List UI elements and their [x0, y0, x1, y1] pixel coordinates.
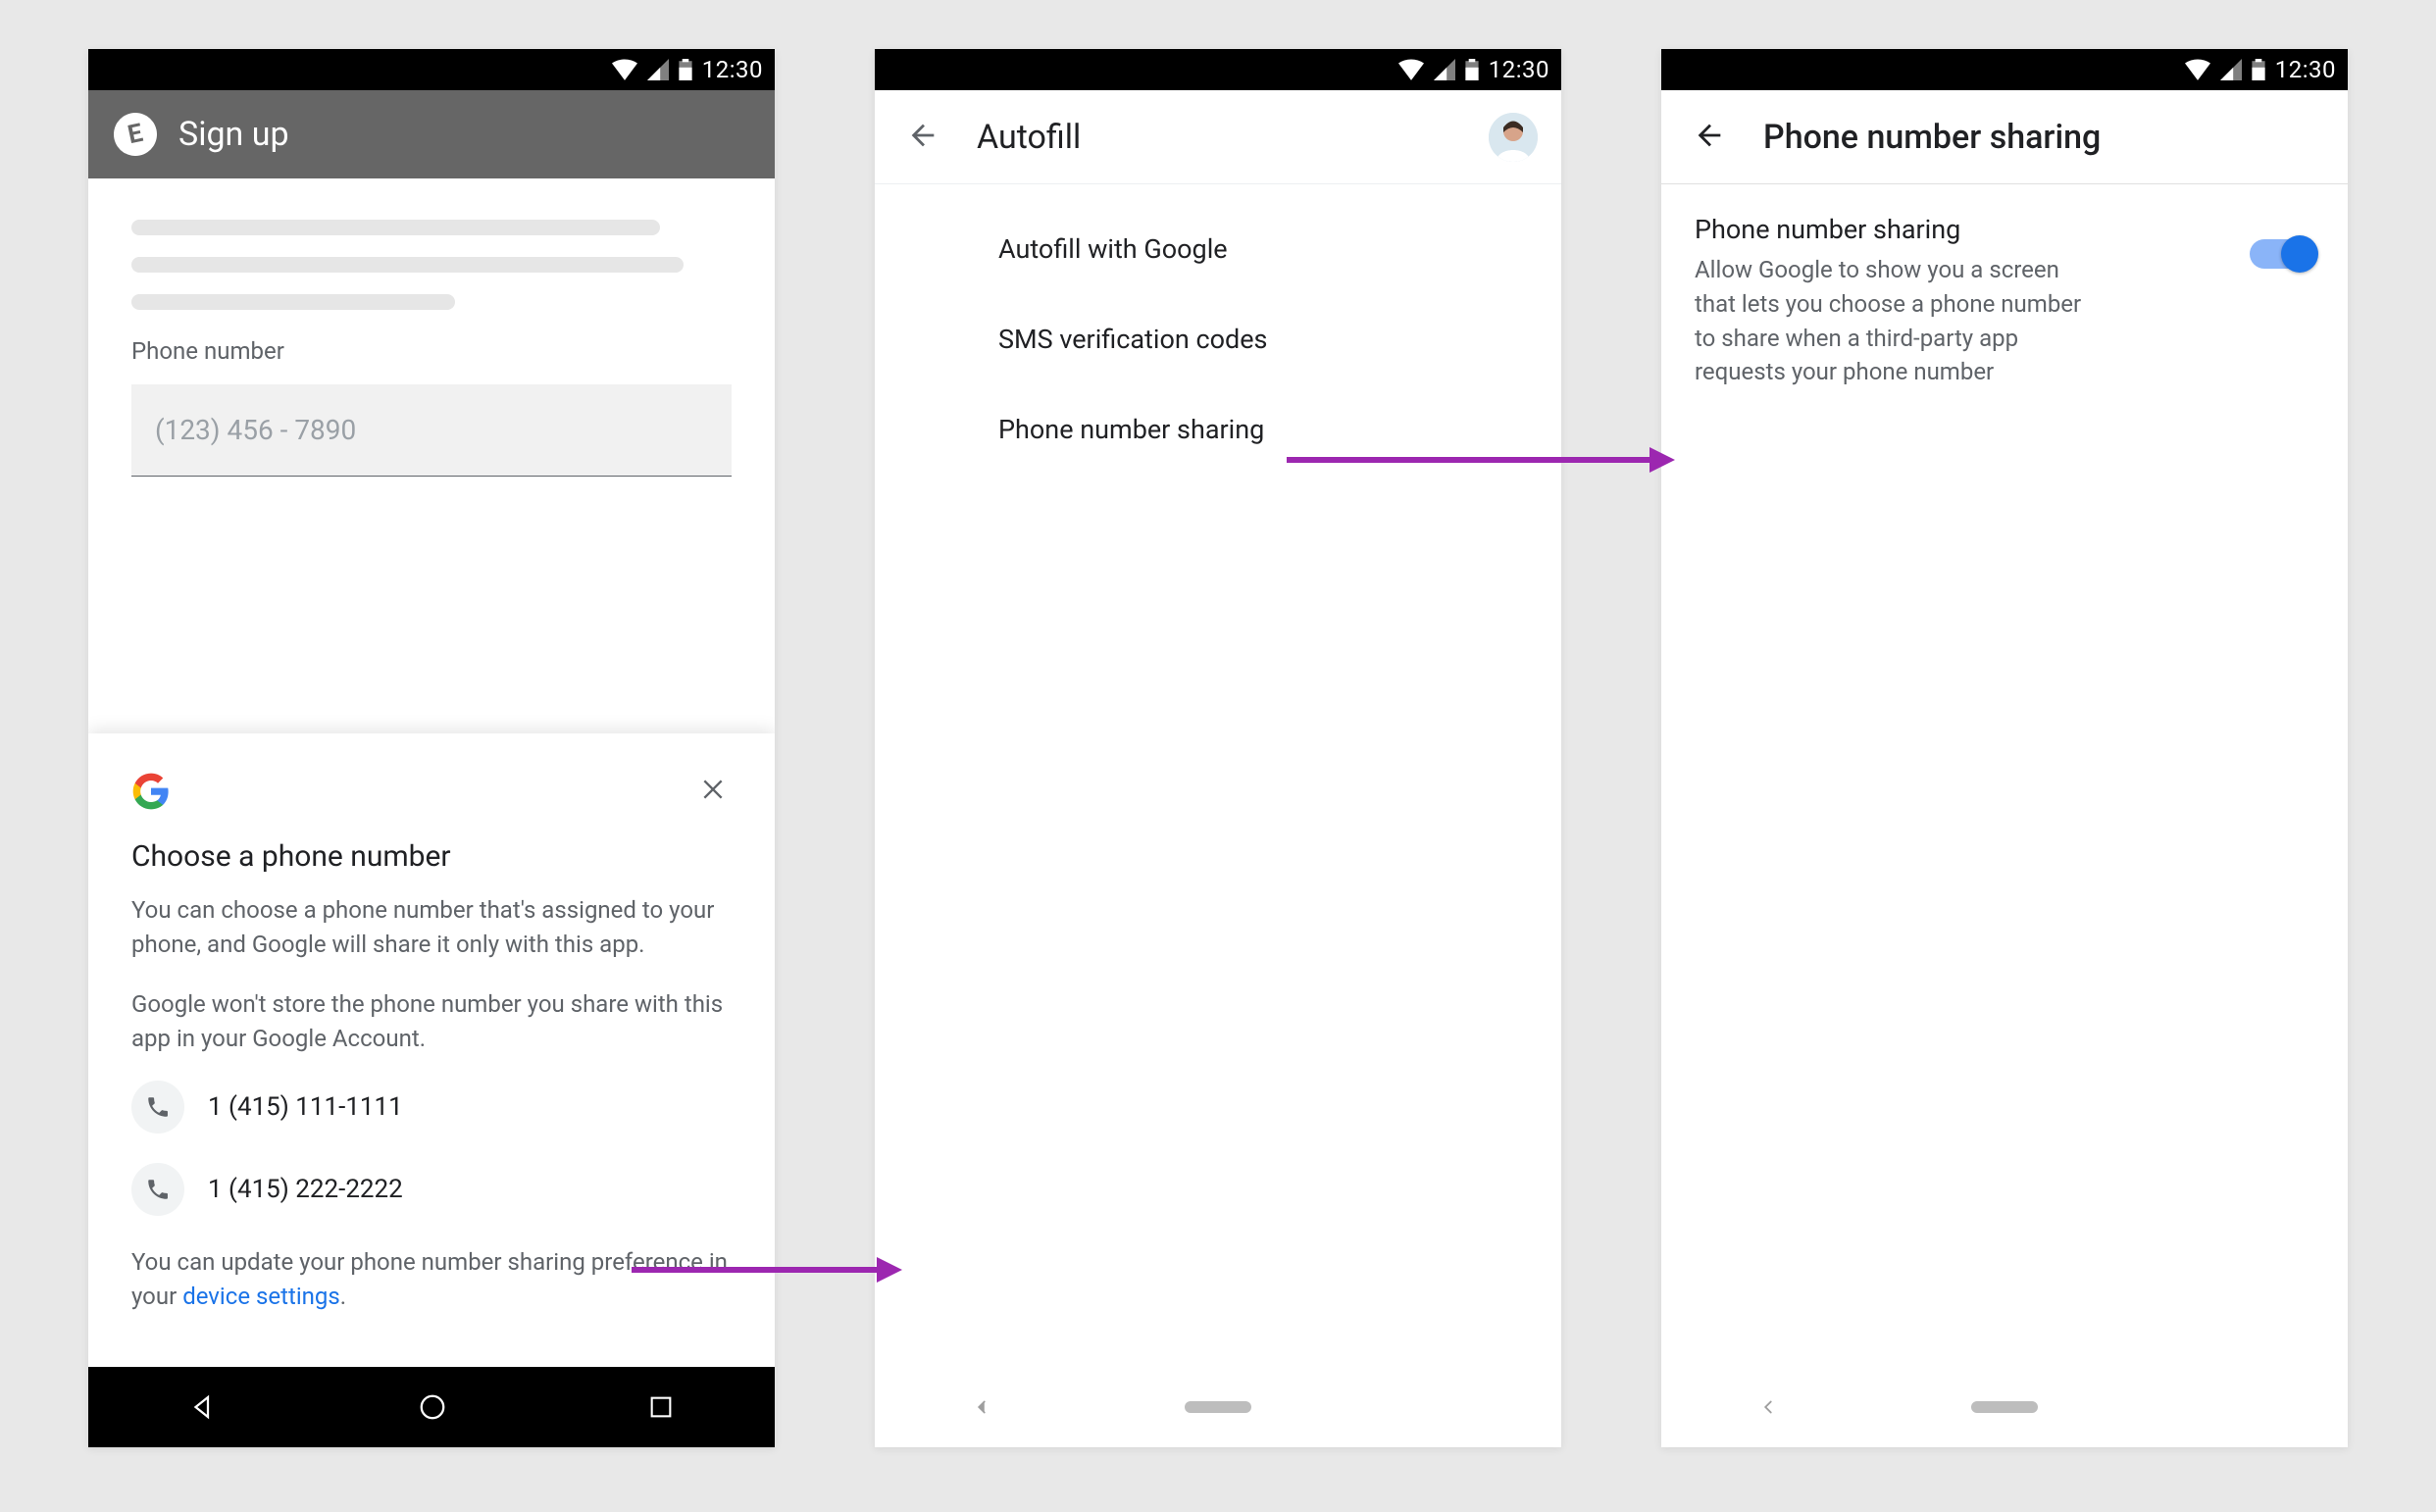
phone-input[interactable]: (123) 456 - 7890 — [131, 384, 732, 477]
close-icon — [700, 777, 726, 802]
sheet-footer: You can update your phone number sharing… — [131, 1245, 732, 1314]
signup-form: Phone number (123) 456 - 7890 — [88, 178, 775, 477]
device-settings-link[interactable]: device settings — [182, 1283, 340, 1310]
status-bar: 12:30 — [875, 49, 1561, 90]
avatar-icon — [1489, 113, 1538, 162]
status-bar: 12:30 — [88, 49, 775, 90]
setting-description: Allow Google to show you a screen that l… — [1695, 253, 2087, 389]
status-clock: 12:30 — [2275, 56, 2336, 83]
close-button[interactable] — [694, 769, 732, 814]
screen-phone-sharing-setting: 12:30 Phone number sharing Phone number … — [1661, 49, 2348, 1447]
wifi-icon — [612, 59, 637, 80]
menu-item-label: SMS verification codes — [998, 324, 1267, 355]
phone-icon — [131, 1081, 184, 1134]
nav-home-pill[interactable] — [1971, 1401, 2038, 1413]
screen-signup: 12:30 E Sign up Phone number (123) 456 -… — [88, 49, 775, 1447]
page-title: Sign up — [178, 115, 289, 154]
sheet-title: Choose a phone number — [131, 839, 732, 874]
back-button[interactable] — [1685, 111, 1734, 164]
battery-icon — [1465, 59, 1479, 80]
footer-text: . — [340, 1283, 346, 1310]
phone-option[interactable]: 1 (415) 111-1111 — [131, 1081, 732, 1134]
page-title: Phone number sharing — [1763, 118, 2101, 157]
placeholder-line — [131, 220, 660, 235]
menu-item-autofill-google[interactable]: Autofill with Google — [998, 204, 1561, 294]
arrow-left-icon — [1693, 119, 1726, 152]
settings-header: Phone number sharing — [1661, 90, 2348, 184]
settings-header: Autofill — [875, 90, 1561, 184]
back-button[interactable] — [898, 111, 947, 164]
phone-option[interactable]: 1 (415) 222-2222 — [131, 1163, 732, 1216]
google-logo-icon — [131, 772, 171, 811]
android-navbar — [875, 1367, 1561, 1447]
nav-home-icon[interactable] — [418, 1392, 447, 1422]
wifi-icon — [1398, 59, 1424, 80]
phone-input-placeholder: (123) 456 - 7890 — [155, 414, 356, 446]
nav-back-icon[interactable] — [1757, 1396, 1779, 1418]
menu-item-label: Autofill with Google — [998, 233, 1228, 265]
android-navbar — [88, 1367, 775, 1447]
cellular-icon — [1434, 59, 1455, 80]
settings-menu: Autofill with Google SMS verification co… — [875, 184, 1561, 475]
menu-item-label: Phone number sharing — [998, 414, 1264, 445]
sheet-paragraph: Google won't store the phone number you … — [131, 987, 732, 1056]
page-title: Autofill — [977, 118, 1081, 157]
arrow-left-icon — [906, 119, 939, 152]
screen-autofill-settings: 12:30 Autofill Autofill with Google SMS … — [875, 49, 1561, 1447]
nav-recent-icon[interactable] — [647, 1393, 675, 1421]
phone-option-label: 1 (415) 111-1111 — [208, 1092, 403, 1122]
battery-icon — [679, 59, 692, 80]
placeholder-line — [131, 257, 684, 273]
phone-icon — [131, 1163, 184, 1216]
menu-item-sms-codes[interactable]: SMS verification codes — [998, 294, 1561, 384]
battery-icon — [2252, 59, 2265, 80]
app-header: E Sign up — [88, 90, 775, 178]
nav-home-pill[interactable] — [1185, 1401, 1251, 1413]
nav-back-icon[interactable] — [971, 1396, 992, 1418]
cellular-icon — [647, 59, 669, 80]
sheet-paragraph: You can choose a phone number that's ass… — [131, 893, 732, 962]
account-avatar[interactable] — [1489, 113, 1538, 162]
android-navbar — [1661, 1367, 2348, 1447]
placeholder-line — [131, 294, 455, 310]
toggle-phone-sharing[interactable] — [2250, 239, 2314, 269]
setting-row-phone-sharing[interactable]: Phone number sharing Allow Google to sho… — [1661, 184, 2348, 419]
app-logo-icon: E — [110, 109, 161, 160]
phone-picker-sheet: Choose a phone number You can choose a p… — [88, 733, 775, 1367]
wifi-icon — [2185, 59, 2210, 80]
phone-option-label: 1 (415) 222-2222 — [208, 1175, 403, 1204]
field-label: Phone number — [131, 337, 732, 365]
status-bar: 12:30 — [1661, 49, 2348, 90]
cellular-icon — [2220, 59, 2242, 80]
status-clock: 12:30 — [1489, 56, 1549, 83]
menu-item-phone-sharing[interactable]: Phone number sharing — [998, 384, 1561, 475]
status-clock: 12:30 — [702, 56, 763, 83]
setting-title: Phone number sharing — [1695, 214, 2222, 245]
nav-back-icon[interactable] — [188, 1392, 218, 1422]
